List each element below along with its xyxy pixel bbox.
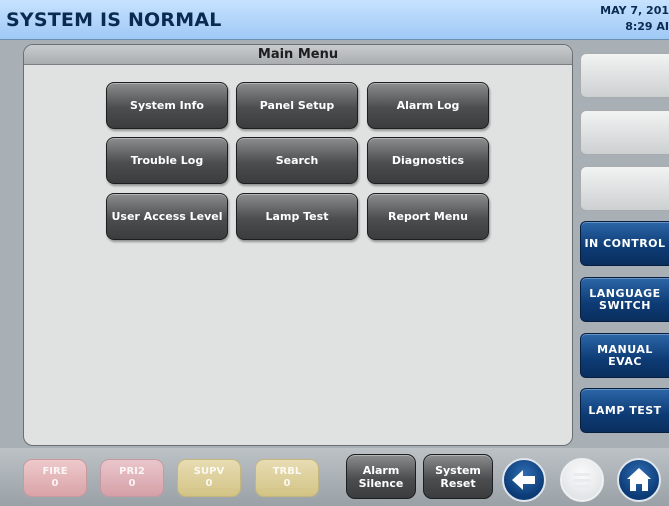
system-reset-button[interactable]: System Reset: [423, 454, 493, 499]
menu-icon: [573, 473, 591, 488]
user-access-level-button[interactable]: User Access Level: [106, 193, 228, 240]
manual-evac-label-line1: MANUAL: [597, 342, 653, 356]
language-switch-button[interactable]: LANGUAGE SWITCH: [580, 277, 669, 322]
lamp-test-side-label: LAMP TEST: [588, 403, 662, 417]
supv-counter-value: 0: [205, 478, 213, 489]
arrow-left-icon: [512, 470, 535, 490]
language-switch-label-line2: SWITCH: [599, 298, 651, 312]
side-blank-button-1[interactable]: [580, 53, 669, 98]
manual-evac-button[interactable]: MANUAL EVAC: [580, 333, 669, 378]
fire-counter-button[interactable]: FIRE 0: [23, 459, 87, 497]
side-blank-button-3[interactable]: [580, 166, 669, 211]
manual-evac-label-line2: EVAC: [608, 354, 642, 368]
pri2-counter-button[interactable]: PRI2 0: [100, 459, 164, 497]
pri2-counter-value: 0: [128, 478, 136, 489]
system-status-text: SYSTEM IS NORMAL: [6, 9, 222, 31]
status-header: SYSTEM IS NORMAL MAY 7, 201 8:29 AI: [0, 0, 669, 40]
back-button[interactable]: [502, 458, 546, 502]
trbl-counter-value: 0: [283, 478, 291, 489]
in-control-button[interactable]: IN CONTROL: [580, 221, 669, 266]
home-button[interactable]: [617, 458, 661, 502]
supv-counter-label: SUPV: [193, 466, 225, 477]
in-control-label: IN CONTROL: [584, 236, 666, 250]
language-switch-label-line1: LANGUAGE: [589, 286, 661, 300]
trouble-log-button[interactable]: Trouble Log: [106, 137, 228, 184]
report-menu-button[interactable]: Report Menu: [367, 193, 489, 240]
search-button[interactable]: Search: [236, 137, 358, 184]
fire-counter-value: 0: [51, 478, 59, 489]
alarm-log-button[interactable]: Alarm Log: [367, 82, 489, 129]
pri2-counter-label: PRI2: [119, 466, 145, 477]
time-display: 8:29 AI: [625, 20, 669, 33]
trbl-counter-label: TRBL: [272, 466, 302, 477]
home-icon: [627, 468, 651, 491]
trbl-counter-button[interactable]: TRBL 0: [255, 459, 319, 497]
side-blank-button-2[interactable]: [580, 110, 669, 155]
alarm-silence-button[interactable]: Alarm Silence: [346, 454, 416, 499]
fire-counter-label: FIRE: [42, 466, 68, 477]
menu-button[interactable]: [560, 458, 604, 502]
diagnostics-button[interactable]: Diagnostics: [367, 137, 489, 184]
panel-setup-button[interactable]: Panel Setup: [236, 82, 358, 129]
lamp-test-side-button[interactable]: LAMP TEST: [580, 388, 669, 433]
lamp-test-menu-button[interactable]: Lamp Test: [236, 193, 358, 240]
system-info-button[interactable]: System Info: [106, 82, 228, 129]
main-menu-panel: Main Menu System Info Panel Setup Alarm …: [23, 44, 573, 446]
date-display: MAY 7, 201: [600, 4, 669, 17]
main-menu-title: Main Menu: [24, 45, 572, 65]
supv-counter-button[interactable]: SUPV 0: [177, 459, 241, 497]
